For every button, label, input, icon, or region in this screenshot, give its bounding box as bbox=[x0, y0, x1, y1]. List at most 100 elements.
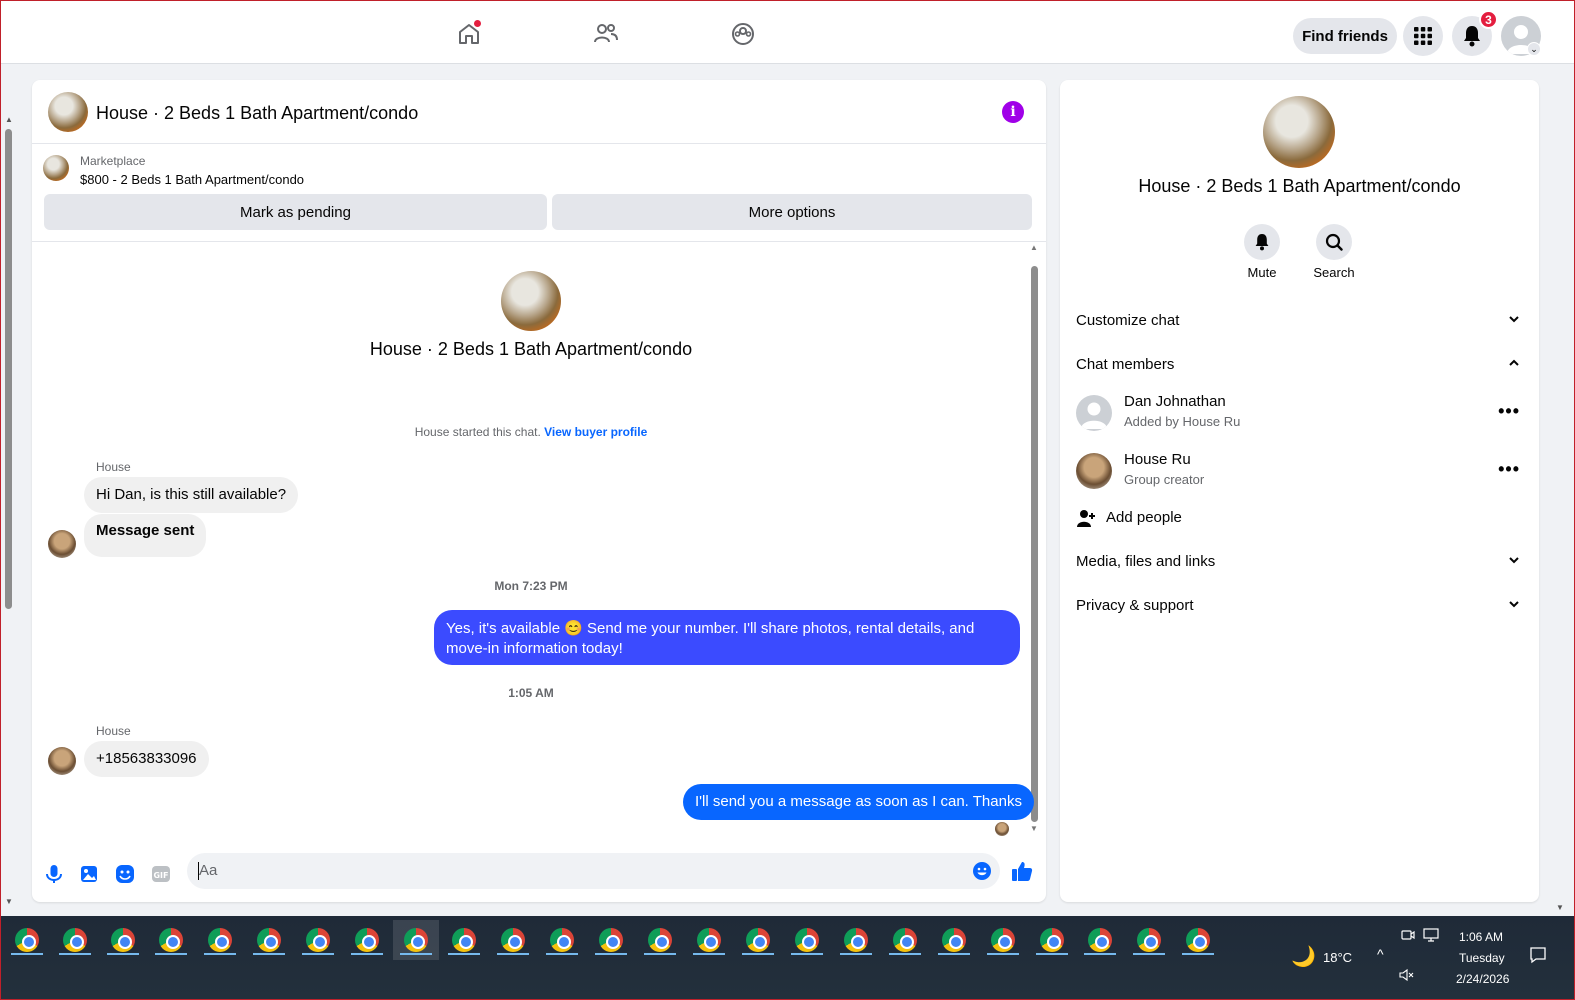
notification-center-icon[interactable] bbox=[1529, 946, 1547, 967]
view-buyer-profile-link[interactable]: View buyer profile bbox=[544, 425, 647, 439]
chat-title[interactable]: House · 2 Beds 1 Bath Apartment/condo bbox=[96, 103, 418, 124]
microphone-icon[interactable] bbox=[43, 863, 65, 885]
taskbar-chrome-icon[interactable] bbox=[1182, 924, 1214, 956]
taskbar-chrome-icon[interactable] bbox=[546, 924, 578, 956]
taskbar-running-indicator bbox=[938, 953, 970, 955]
incoming-message[interactable]: Hi Dan, is this still available? bbox=[84, 477, 299, 513]
more-options-icon[interactable]: ••• bbox=[1498, 459, 1520, 480]
info-icon[interactable]: i bbox=[1002, 101, 1024, 123]
sender-avatar[interactable] bbox=[48, 530, 76, 558]
taskbar-chrome-icon[interactable] bbox=[11, 924, 43, 956]
incoming-message[interactable]: +18563833096 bbox=[84, 741, 209, 777]
privacy-support-section[interactable]: Privacy & support bbox=[1076, 597, 1524, 614]
windows-taskbar: 🌙 18°C ^ 1:06 AM Tuesday 2/24/2026 bbox=[1, 916, 1574, 999]
taskbar-chrome-icon[interactable] bbox=[448, 924, 480, 956]
gif-icon[interactable]: GIF bbox=[150, 863, 172, 885]
taskbar-chrome-icon[interactable] bbox=[155, 924, 187, 956]
emoji-icon[interactable] bbox=[971, 860, 993, 882]
taskbar-chrome-icon[interactable] bbox=[351, 924, 383, 956]
sender-avatar[interactable] bbox=[48, 747, 76, 775]
photo-icon[interactable] bbox=[78, 863, 100, 885]
incoming-message[interactable]: Message sent bbox=[84, 514, 207, 557]
chat-scrollbar-thumb[interactable] bbox=[1031, 266, 1038, 822]
svg-text:GIF: GIF bbox=[153, 871, 168, 880]
listing-description[interactable]: $800 - 2 Beds 1 Bath Apartment/condo bbox=[80, 172, 304, 187]
taskbar-running-indicator bbox=[644, 953, 676, 955]
groups-icon[interactable] bbox=[728, 19, 758, 49]
info-chat-title: House · 2 Beds 1 Bath Apartment/condo bbox=[1138, 176, 1461, 196]
search-icon[interactable] bbox=[1316, 224, 1352, 260]
taskbar-running-indicator bbox=[448, 953, 480, 955]
network-icon[interactable] bbox=[1423, 928, 1439, 945]
camera-icon[interactable] bbox=[1401, 928, 1415, 945]
taskbar-chrome-icon[interactable] bbox=[791, 924, 823, 956]
member-avatar[interactable] bbox=[1076, 453, 1112, 489]
taskbar-running-indicator bbox=[400, 953, 432, 955]
scroll-up-arrow[interactable]: ▲ bbox=[1030, 243, 1038, 252]
menu-grid-icon[interactable] bbox=[1403, 16, 1443, 56]
chat-members-section[interactable]: Chat members bbox=[1076, 356, 1524, 373]
member-name: House Ru bbox=[1124, 451, 1191, 468]
member-avatar[interactable] bbox=[1076, 395, 1112, 431]
taskbar-chrome-icon[interactable] bbox=[59, 924, 91, 956]
taskbar-chrome-icon[interactable] bbox=[1133, 924, 1165, 956]
member-subtitle: Added by House Ru bbox=[1124, 414, 1241, 429]
taskbar-chrome-icon[interactable] bbox=[1036, 924, 1068, 956]
sender-name: House bbox=[96, 724, 131, 738]
taskbar-chrome-icon[interactable] bbox=[253, 924, 285, 956]
taskbar-chrome-icon[interactable] bbox=[987, 924, 1019, 956]
more-options-icon[interactable]: ••• bbox=[1498, 401, 1520, 422]
weather-temperature[interactable]: 18°C bbox=[1323, 950, 1352, 965]
info-chat-photo[interactable] bbox=[1263, 96, 1335, 168]
add-people-button[interactable]: Add people bbox=[1076, 508, 1182, 528]
mute-bell-icon[interactable] bbox=[1244, 224, 1280, 260]
message-input[interactable]: Aa bbox=[187, 853, 1000, 889]
outgoing-message[interactable]: Yes, it's available 😊 Send me your numbe… bbox=[434, 610, 1020, 665]
find-friends-button[interactable]: Find friends bbox=[1293, 18, 1397, 54]
scroll-down-arrow[interactable]: ▼ bbox=[1030, 824, 1038, 833]
taskbar-chrome-icon[interactable] bbox=[595, 924, 627, 956]
taskbar-chrome-icon[interactable] bbox=[497, 924, 529, 956]
taskbar-chrome-icon[interactable] bbox=[693, 924, 725, 956]
volume-muted-icon[interactable] bbox=[1399, 968, 1415, 985]
taskbar-chrome-icon[interactable] bbox=[938, 924, 970, 956]
chat-center-title: House · 2 Beds 1 Bath Apartment/condo bbox=[369, 339, 693, 359]
page-scroll-down-arrow[interactable]: ▼ bbox=[1556, 903, 1564, 912]
listing-thumbnail[interactable] bbox=[43, 155, 69, 181]
home-icon[interactable] bbox=[454, 19, 484, 49]
chevron-down-icon[interactable]: ⌄ bbox=[1527, 42, 1541, 56]
more-options-button[interactable]: More options bbox=[552, 194, 1032, 230]
taskbar-chrome-icon[interactable] bbox=[742, 924, 774, 956]
search-label[interactable]: Search bbox=[1304, 265, 1364, 280]
taskbar-chrome-icon[interactable] bbox=[644, 924, 676, 956]
clock-day[interactable]: Tuesday bbox=[1459, 951, 1505, 965]
taskbar-chrome-icon[interactable] bbox=[840, 924, 872, 956]
taskbar-chrome-icon[interactable] bbox=[1084, 924, 1116, 956]
page-scrollbar-thumb[interactable] bbox=[5, 129, 12, 609]
taskbar-chrome-icon[interactable] bbox=[204, 924, 236, 956]
mute-label[interactable]: Mute bbox=[1232, 265, 1292, 280]
clock-date[interactable]: 2/24/2026 bbox=[1456, 972, 1509, 986]
taskbar-running-indicator bbox=[497, 953, 529, 955]
thumbs-up-icon[interactable] bbox=[1011, 860, 1033, 882]
clock-time[interactable]: 1:06 AM bbox=[1459, 930, 1503, 944]
taskbar-running-indicator bbox=[204, 953, 236, 955]
weather-moon-icon[interactable]: 🌙 bbox=[1291, 944, 1316, 969]
customize-chat-section[interactable]: Customize chat bbox=[1076, 312, 1524, 329]
taskbar-chrome-icon[interactable] bbox=[889, 924, 921, 956]
chevron-up-icon bbox=[1508, 356, 1520, 373]
member-row[interactable]: House Ru Group creator ••• bbox=[1076, 451, 1524, 495]
sticker-icon[interactable] bbox=[114, 863, 136, 885]
friends-icon[interactable] bbox=[591, 19, 621, 49]
media-files-links-section[interactable]: Media, files and links bbox=[1076, 553, 1524, 570]
outgoing-message[interactable]: I'll send you a message as soon as I can… bbox=[683, 784, 1034, 820]
taskbar-chrome-icon[interactable] bbox=[302, 924, 334, 956]
member-row[interactable]: Dan Johnathan Added by House Ru ••• bbox=[1076, 393, 1524, 437]
show-hidden-icons-chevron-icon[interactable]: ^ bbox=[1377, 946, 1384, 962]
chat-info-panel: House · 2 Beds 1 Bath Apartment/condo Mu… bbox=[1060, 80, 1539, 902]
marketplace-label: Marketplace bbox=[80, 154, 146, 168]
taskbar-chrome-icon[interactable] bbox=[107, 924, 139, 956]
home-notification-dot bbox=[473, 19, 482, 28]
chat-photo[interactable] bbox=[48, 92, 88, 132]
mark-as-pending-button[interactable]: Mark as pending bbox=[44, 194, 547, 230]
